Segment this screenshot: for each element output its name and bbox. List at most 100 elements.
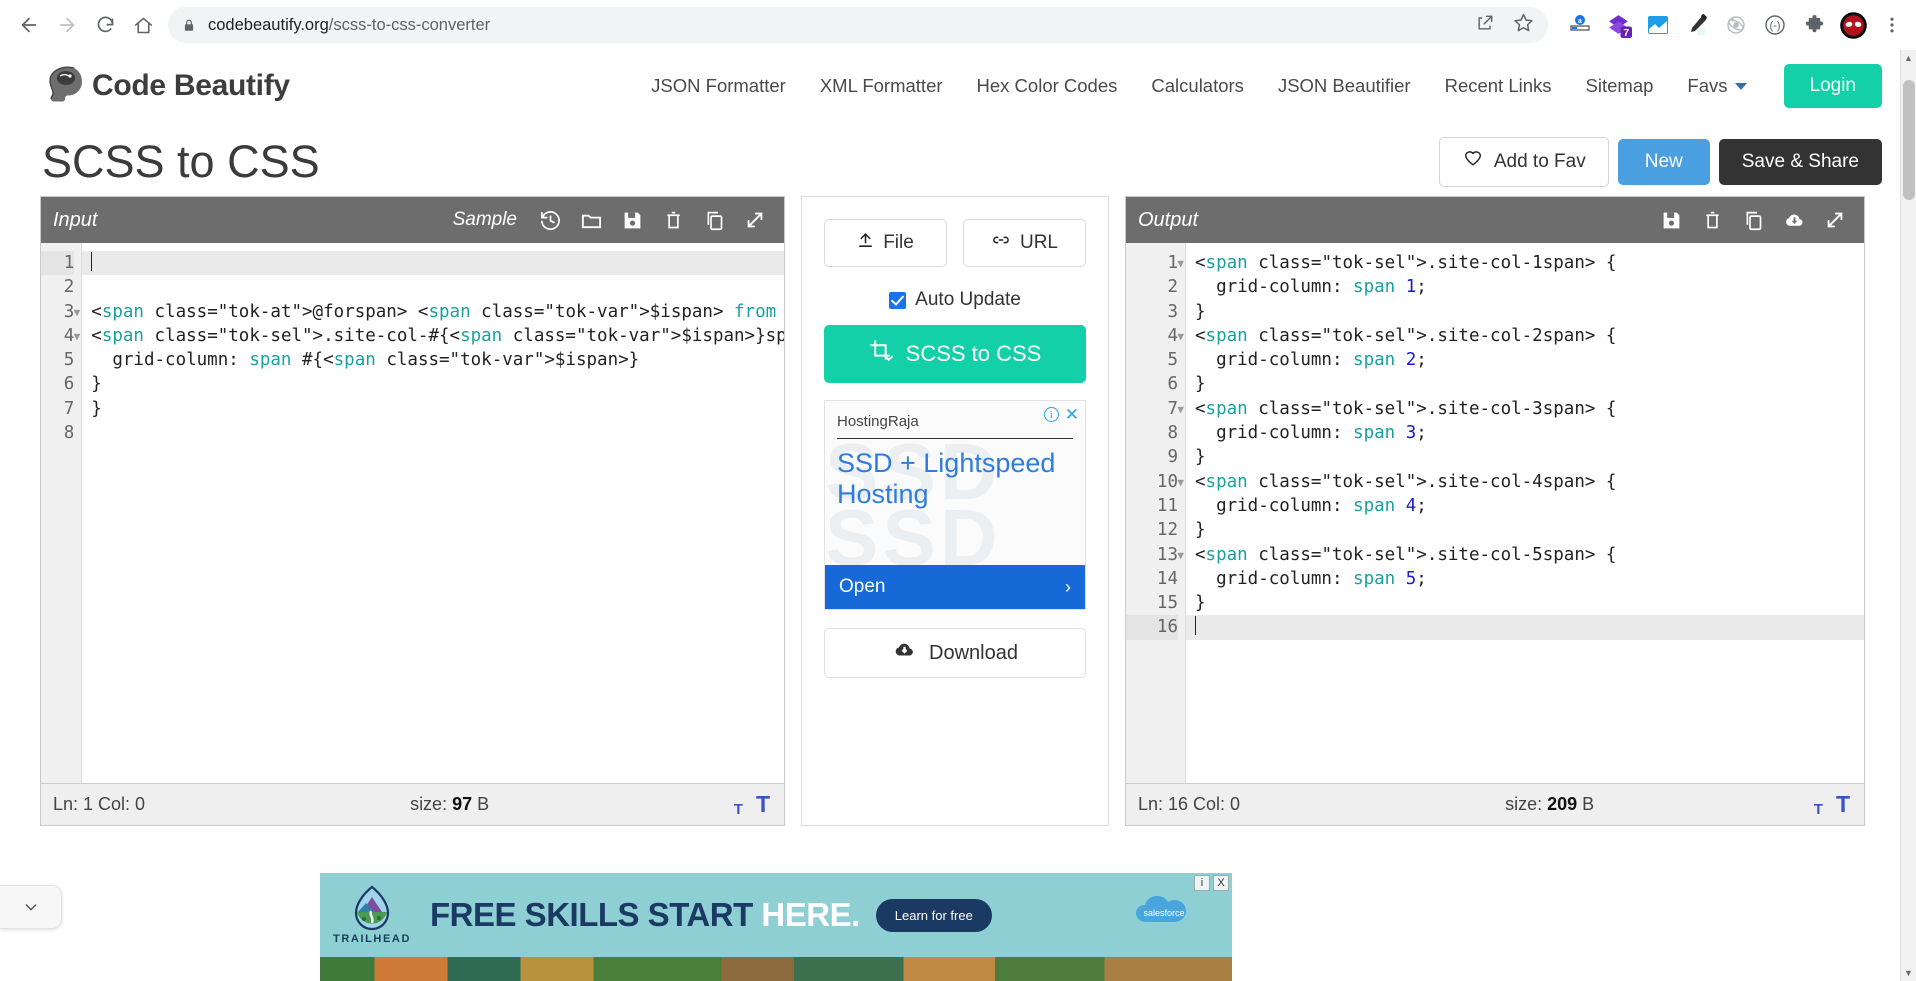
url-path: /scss-to-css-converter [328,15,491,34]
reload-button[interactable] [86,6,124,44]
ad-open-button[interactable]: Open › [825,565,1085,609]
scroll-down-arrow[interactable]: ▼ [1901,965,1916,981]
auto-update-checkbox[interactable] [889,291,907,309]
download-button[interactable]: Download [824,628,1086,678]
blue-window-extension-icon[interactable] [1644,11,1672,39]
sidebar-advertisement[interactable]: i ✕ HostingRaja SSD SSD SSD + Lightspeed … [824,400,1086,610]
line-number: 15 [1156,593,1178,614]
ad-info-icon[interactable]: i [1043,407,1059,422]
banner-headline-light: HERE. [761,896,860,933]
nav-recent-links[interactable]: Recent Links [1428,75,1569,97]
adblock-extension-icon[interactable]: a [1566,11,1594,39]
line-number: 6 [63,374,75,395]
code-line: grid-column: span #{<span class="tok-var… [91,350,640,371]
code-line: } [1195,301,1206,322]
brain-head-logo [44,64,88,109]
copy-icon[interactable] [701,207,727,233]
nav-favs[interactable]: Favs [1670,75,1763,97]
line-number: 11 [1156,495,1178,516]
ad-close-icon[interactable]: ✕ [1065,406,1079,423]
increase-font-icon[interactable]: T [1836,791,1850,818]
code-line: } [1195,374,1206,395]
collapse-chevron-down-icon[interactable] [0,885,62,929]
output-panel: Output 1 ▼ 2 3 4 ▼ 5 6 7 ▼ 8 9 10 ▼ 11 1… [1125,196,1865,826]
brackets-extension-icon[interactable]: (-) [1761,11,1789,39]
share-icon[interactable] [1475,13,1495,38]
input-size: size: 97 B [410,794,489,815]
star-icon[interactable] [1513,12,1534,38]
heart-outline-icon [1462,149,1484,175]
convert-button[interactable]: SCSS to CSS [824,325,1086,383]
site-logo[interactable]: Code Beautify [44,64,290,109]
ad-controls: i ✕ [1043,406,1079,423]
home-button[interactable] [124,6,162,44]
code-line: } [91,374,102,395]
input-panel: Input Sample 1 2 3 ▼ 4 ▼ 5 6 7 8 <span c… [40,196,785,826]
address-bar[interactable]: codebeautify.org/scss-to-css-converter [168,7,1548,43]
puzzle-extensions-icon[interactable] [1800,11,1828,39]
code-line: } [91,398,102,419]
save-share-button[interactable]: Save & Share [1718,138,1882,185]
save-floppy-icon[interactable] [619,207,645,233]
nav-xml-formatter[interactable]: XML Formatter [803,75,960,97]
scroll-up-arrow[interactable]: ▲ [1901,50,1916,66]
decrease-font-icon[interactable]: T [1814,801,1823,818]
code-line: <span class="tok-at">@forspan> <span cla… [91,301,777,322]
line-number: 2 [1167,277,1178,298]
site-header: Code Beautify JSON Formatter XML Formatt… [0,50,1916,122]
sample-button[interactable]: Sample [453,209,517,231]
forward-button[interactable] [48,6,86,44]
purple-layers-extension-icon[interactable]: 7 [1605,11,1633,39]
line-number: 7 [63,398,75,419]
add-to-fav-label: Add to Fav [1493,150,1586,172]
line-number: 12 [1156,520,1178,541]
nav-sitemap[interactable]: Sitemap [1569,75,1671,97]
input-code-area[interactable]: 1 2 3 ▼ 4 ▼ 5 6 7 8 <span class="tok-at">@forspan… [41,243,784,783]
url-button[interactable]: URL [963,219,1086,267]
line-number: 4 ▼ [1167,325,1184,346]
page-scrollbar[interactable]: ▲ ▼ [1900,50,1916,981]
code-line: grid-column: span 5; [1195,568,1427,589]
history-icon[interactable] [537,207,563,233]
output-panel-title: Output [1138,208,1199,231]
expand-arrows-icon[interactable] [1822,207,1848,233]
trash-icon[interactable] [660,207,686,233]
nav-json-formatter[interactable]: JSON Formatter [634,75,803,97]
decrease-font-icon[interactable]: T [734,801,743,818]
code-line: } [1195,447,1206,468]
atom-extension-icon[interactable] [1722,11,1750,39]
expand-arrows-icon[interactable] [742,207,768,233]
extension-icons: a 7 (-) [1556,11,1906,39]
add-to-fav-button[interactable]: Add to Fav [1438,136,1609,187]
output-code-area[interactable]: 1 ▼ 2 3 4 ▼ 5 6 7 ▼ 8 9 10 ▼ 11 12 13 ▼ 14 15 16 <span class… [1126,243,1864,783]
eyedropper-extension-icon[interactable] [1683,11,1711,39]
bottom-banner-advertisement[interactable]: TRAILHEAD FREE SKILLS START HERE. Learn … [320,873,1232,981]
nav-calculators[interactable]: Calculators [1134,75,1261,97]
scrollbar-thumb[interactable] [1903,80,1915,200]
trash-icon[interactable] [1699,207,1725,233]
input-code-body[interactable]: <span class="tok-at">@forspan> <span cla… [82,243,784,783]
login-button[interactable]: Login [1783,64,1882,108]
kebab-menu-icon[interactable] [1878,11,1906,39]
increase-font-icon[interactable]: T [756,791,770,818]
cloud-download-icon[interactable] [1781,207,1807,233]
ad-close-icon[interactable]: X [1213,875,1229,891]
deadpool-profile-avatar[interactable] [1839,11,1867,39]
banner-cta-button[interactable]: Learn for free [875,898,992,932]
copy-icon[interactable] [1740,207,1766,233]
link-icon [991,231,1011,255]
new-button[interactable]: New [1617,138,1710,185]
ad-info-icon[interactable]: i [1194,875,1210,891]
save-floppy-icon[interactable] [1658,207,1684,233]
nav-hex-color-codes[interactable]: Hex Color Codes [960,75,1135,97]
banner-content: TRAILHEAD FREE SKILLS START HERE. Learn … [320,873,1232,957]
folder-open-icon[interactable] [578,207,604,233]
back-button[interactable] [10,6,48,44]
download-label: Download [929,641,1018,664]
crop-transform-icon [869,339,894,370]
nav-json-beautifier[interactable]: JSON Beautifier [1261,75,1428,97]
output-code-body[interactable]: <span class="tok-sel">.site-col-1span> {… [1186,243,1864,783]
file-button[interactable]: File [824,219,947,267]
line-number: 13 ▼ [1156,544,1184,565]
trailhead-brand: TRAILHEAD [333,933,411,945]
